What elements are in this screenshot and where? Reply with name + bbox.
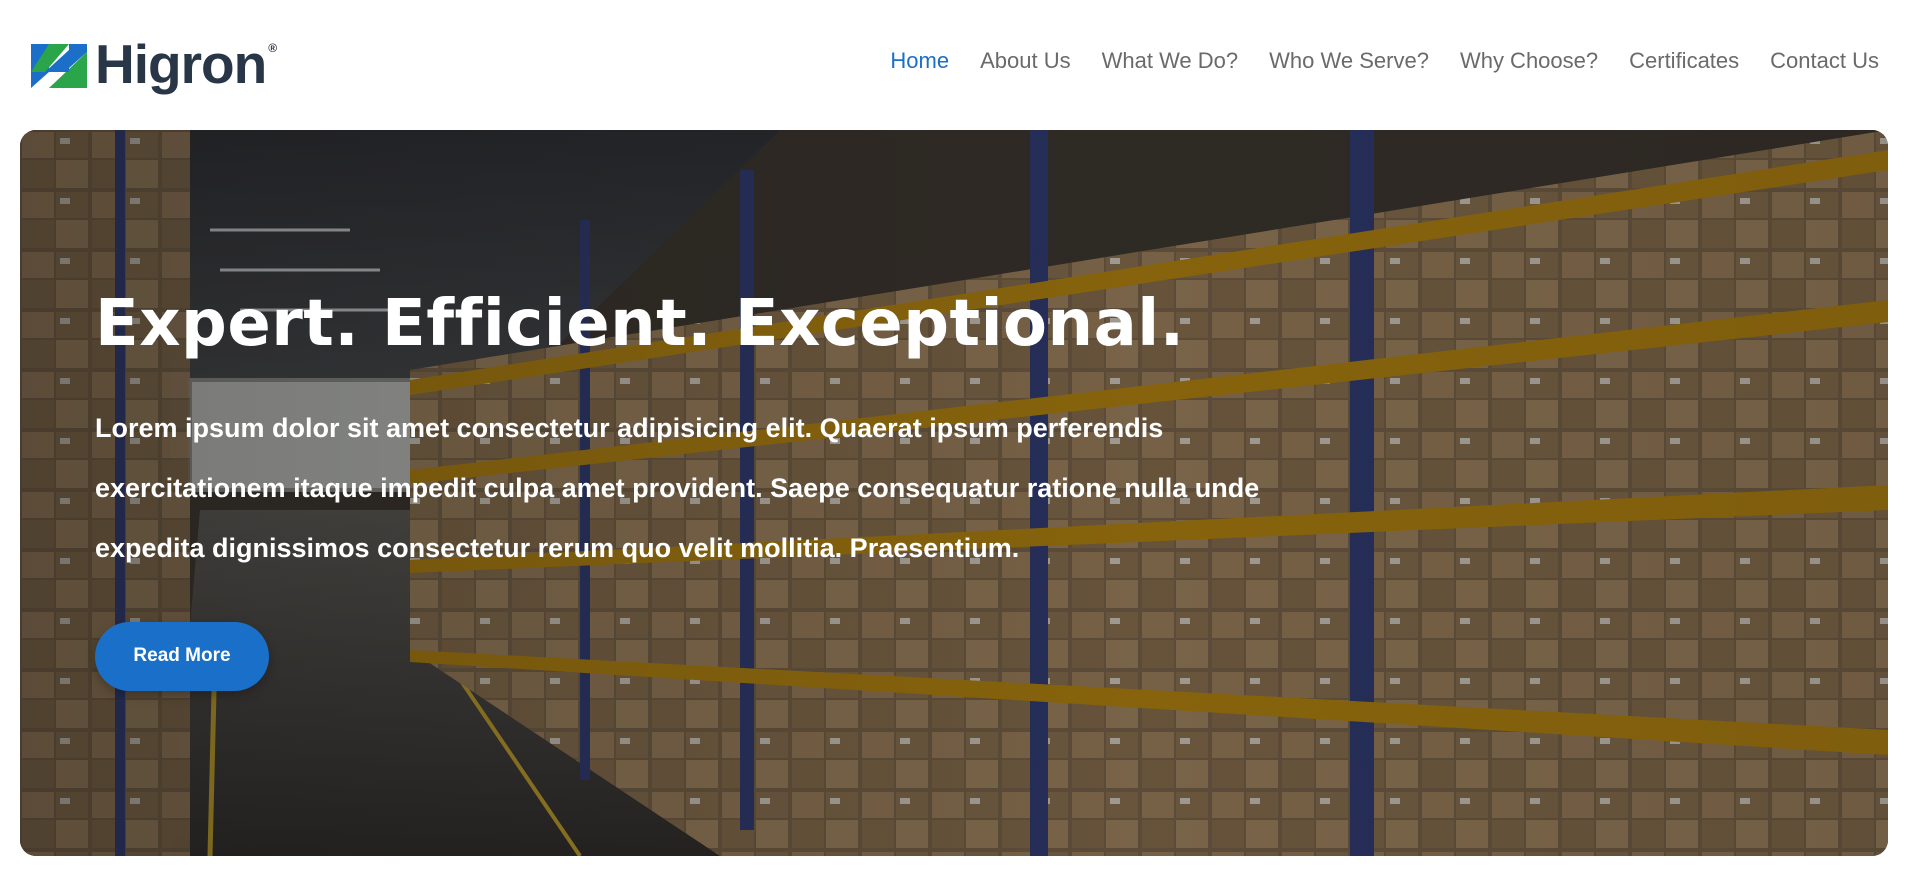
brand-logo[interactable]: Higron ® <box>31 32 283 95</box>
nav-list: Home About Us What We Do? Who We Serve? … <box>890 48 1879 74</box>
brand-name: Higron <box>95 32 267 95</box>
nav-item-about-us[interactable]: About Us <box>980 48 1071 73</box>
nav-item-what-we-do[interactable]: What We Do? <box>1102 48 1239 73</box>
hg-logo-mark-icon <box>31 44 87 88</box>
nav-item-who-we-serve[interactable]: Who We Serve? <box>1269 48 1429 73</box>
nav-item-why-choose[interactable]: Why Choose? <box>1460 48 1598 73</box>
hero-content: Expert. Efficient. Exceptional. Lorem ip… <box>95 287 1395 691</box>
hero-title: Expert. Efficient. Exceptional. <box>95 287 1185 361</box>
nav-item-home[interactable]: Home <box>890 48 949 73</box>
hero-banner: Expert. Efficient. Exceptional. Lorem ip… <box>20 130 1888 856</box>
nav-item-contact-us[interactable]: Contact Us <box>1770 48 1879 73</box>
read-more-button[interactable]: Read More <box>95 621 269 691</box>
site-header: Higron ® Home About Us What We Do? Who W… <box>0 0 1905 128</box>
hero-description: Lorem ipsum dolor sit amet consectetur a… <box>95 412 1260 563</box>
nav-item-certificates[interactable]: Certificates <box>1629 48 1739 73</box>
registered-mark: ® <box>268 41 278 55</box>
